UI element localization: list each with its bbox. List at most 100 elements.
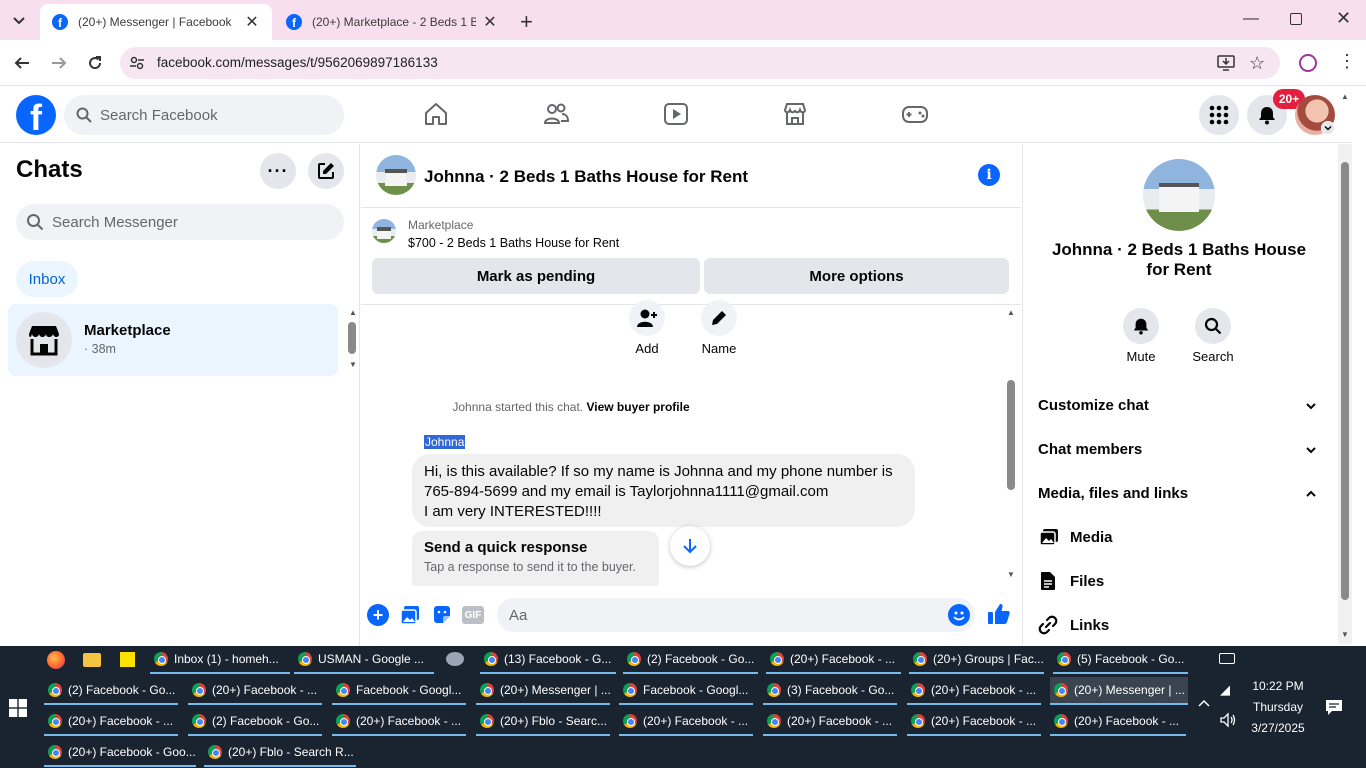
message-input[interactable]: Aa — [497, 598, 975, 632]
taskbar-item[interactable]: (20+) Facebook - ... — [907, 677, 1041, 705]
thread-scrollbar[interactable]: ▲ ▼ — [1005, 308, 1017, 582]
friends-icon[interactable] — [542, 100, 572, 130]
taskbar-item[interactable]: Facebook - Googl... — [332, 677, 466, 705]
conversation-avatar[interactable] — [376, 155, 416, 195]
details-avatar[interactable] — [1143, 159, 1215, 231]
taskbar-item[interactable]: Facebook - Googl... — [619, 677, 753, 705]
menu-grid-button[interactable] — [1199, 95, 1239, 135]
taskbar-item[interactable]: (20+) Facebook - ... — [619, 708, 753, 736]
video-icon[interactable] — [662, 100, 692, 130]
mute-button[interactable] — [1123, 308, 1159, 344]
attach-photo-icon[interactable] — [399, 604, 421, 626]
taskbar-item[interactable]: (20+) Facebook - ... — [907, 708, 1041, 736]
sticky-notes-icon[interactable] — [120, 652, 135, 667]
media-item[interactable]: Media — [1070, 529, 1113, 546]
taskbar-item[interactable]: (20+) Fblo - Search R... — [204, 739, 356, 767]
mark-as-pending-button[interactable]: Mark as pending — [372, 258, 700, 294]
taskbar-item[interactable]: (20+) Facebook - ... — [332, 708, 466, 736]
taskbar-item[interactable]: (2) Facebook - Go... — [188, 708, 322, 736]
taskbar-item[interactable]: (2) Facebook - Go... — [623, 646, 758, 674]
tab-messenger[interactable]: f (20+) Messenger | Facebook ✕ — [40, 4, 272, 40]
taskbar-item[interactable]: (20+) Facebook - ... — [1050, 708, 1186, 736]
more-actions-icon[interactable]: + — [367, 604, 389, 626]
taskbar-item-active[interactable]: (20+) Messenger | ... — [1050, 677, 1188, 705]
taskbar-item[interactable]: (20+) Facebook - ... — [763, 708, 897, 736]
display-icon[interactable] — [1219, 653, 1235, 664]
site-info-icon[interactable] — [129, 55, 145, 71]
gif-icon[interactable]: GIF — [462, 606, 484, 624]
files-item[interactable]: Files — [1070, 573, 1104, 590]
reload-icon[interactable] — [86, 54, 104, 72]
firefox-icon[interactable] — [47, 651, 65, 669]
start-icon[interactable] — [9, 699, 27, 717]
back-icon[interactable] — [13, 55, 31, 71]
browser-menu-icon[interactable]: ⋮ — [1338, 52, 1356, 70]
more-options-button[interactable]: More options — [704, 258, 1009, 294]
taskbar-item[interactable]: (2) Facebook - Go... — [44, 677, 178, 705]
restore-icon[interactable] — [1290, 13, 1302, 25]
search-in-chat-button[interactable] — [1195, 308, 1231, 344]
notification-center-icon[interactable] — [1325, 698, 1343, 716]
listing-price-title[interactable]: $700 - 2 Beds 1 Baths House for Rent — [408, 236, 619, 250]
listing-thumbnail[interactable] — [372, 219, 396, 243]
emoji-icon[interactable] — [948, 604, 970, 626]
taskbar-item[interactable]: (20+) Facebook - ... — [766, 646, 901, 674]
conversation-title[interactable]: Johnna · 2 Beds 1 Baths House for Rent — [424, 167, 748, 187]
page-scrollbar[interactable]: ▲ ▼ — [1338, 92, 1352, 644]
install-app-icon[interactable] — [1217, 55, 1235, 71]
file-explorer-icon[interactable] — [83, 653, 101, 667]
show-hidden-icons-icon[interactable] — [1197, 697, 1211, 709]
chevron-down-icon[interactable] — [1304, 443, 1318, 457]
message-bubble[interactable]: Hi, is this available? If so my name is … — [412, 454, 915, 527]
like-icon[interactable] — [987, 602, 1011, 626]
close-window-icon[interactable]: ✕ — [1336, 8, 1351, 29]
taskbar-item[interactable]: (20+) Facebook - ... — [44, 708, 178, 736]
view-buyer-profile-link[interactable]: View buyer profile — [586, 400, 689, 414]
messenger-search-input[interactable]: Search Messenger — [16, 204, 344, 240]
tab-marketplace[interactable]: f (20+) Marketplace - 2 Beds 1 Ba ✕ — [274, 4, 510, 40]
minimize-icon[interactable]: — — [1243, 10, 1259, 28]
forward-icon[interactable] — [50, 55, 68, 71]
taskbar-item[interactable]: (3) Facebook - Go... — [763, 677, 897, 705]
taskbar-item[interactable]: (13) Facebook - G... — [480, 646, 616, 674]
home-icon[interactable] — [422, 100, 452, 130]
gaming-icon[interactable] — [900, 100, 930, 130]
new-tab-icon[interactable]: + — [520, 9, 533, 35]
links-item[interactable]: Links — [1070, 617, 1109, 634]
sticker-icon[interactable] — [431, 604, 453, 626]
scroll-to-bottom-button[interactable] — [670, 526, 710, 566]
chevron-down-icon[interactable] — [1304, 399, 1318, 413]
account-chevron-icon[interactable] — [1321, 121, 1335, 135]
info-icon[interactable]: i — [978, 164, 1000, 186]
taskbar-item[interactable]: USMAN - Google ... — [294, 646, 434, 674]
system-clock[interactable]: 10:22 PM Thursday 3/27/2025 — [1238, 676, 1318, 739]
taskbar-item[interactable]: (20+) Facebook - Goo... — [44, 739, 196, 767]
new-message-button[interactable] — [308, 153, 344, 189]
close-tab-icon[interactable]: ✕ — [482, 12, 498, 32]
url-text[interactable]: facebook.com/messages/t/9562069897186133 — [157, 55, 438, 70]
profile-icon[interactable] — [1299, 54, 1317, 72]
media-files-links-section[interactable]: Media, files and links — [1038, 485, 1188, 502]
taskbar-item[interactable]: Inbox (1) - homeh... — [150, 646, 290, 674]
add-member-button[interactable] — [629, 300, 665, 336]
taskbar-item[interactable]: (20+) Facebook - ... — [188, 677, 322, 705]
network-icon[interactable]: ◢ — [1220, 682, 1230, 698]
bookmark-star-icon[interactable]: ☆ — [1249, 53, 1265, 74]
left-scrollbar[interactable]: ▲ ▼ — [346, 308, 358, 372]
marketplace-icon[interactable] — [781, 100, 811, 130]
customize-chat-section[interactable]: Customize chat — [1038, 397, 1149, 414]
volume-icon[interactable] — [1219, 712, 1237, 728]
inbox-filter[interactable]: Inbox — [16, 261, 78, 297]
taskbar-item[interactable]: (5) Facebook - Go... — [1053, 646, 1188, 674]
taskbar-item[interactable]: (20+) Groups | Fac... — [909, 646, 1044, 674]
chat-options-button[interactable]: ··· — [260, 153, 296, 189]
taskbar-item[interactable]: (20+) Messenger | ... — [476, 677, 610, 705]
facebook-logo-icon[interactable]: f — [16, 95, 56, 135]
name-button[interactable] — [701, 300, 737, 336]
taskbar-item[interactable]: (20+) Fblo - Searc... — [476, 708, 610, 736]
quick-response-card[interactable]: Send a quick response Tap a response to … — [412, 531, 659, 591]
facebook-search-input[interactable]: Search Facebook — [64, 95, 344, 135]
tab-search-icon[interactable] — [10, 12, 28, 28]
chevron-up-icon[interactable] — [1304, 487, 1318, 501]
chat-members-section[interactable]: Chat members — [1038, 441, 1142, 458]
